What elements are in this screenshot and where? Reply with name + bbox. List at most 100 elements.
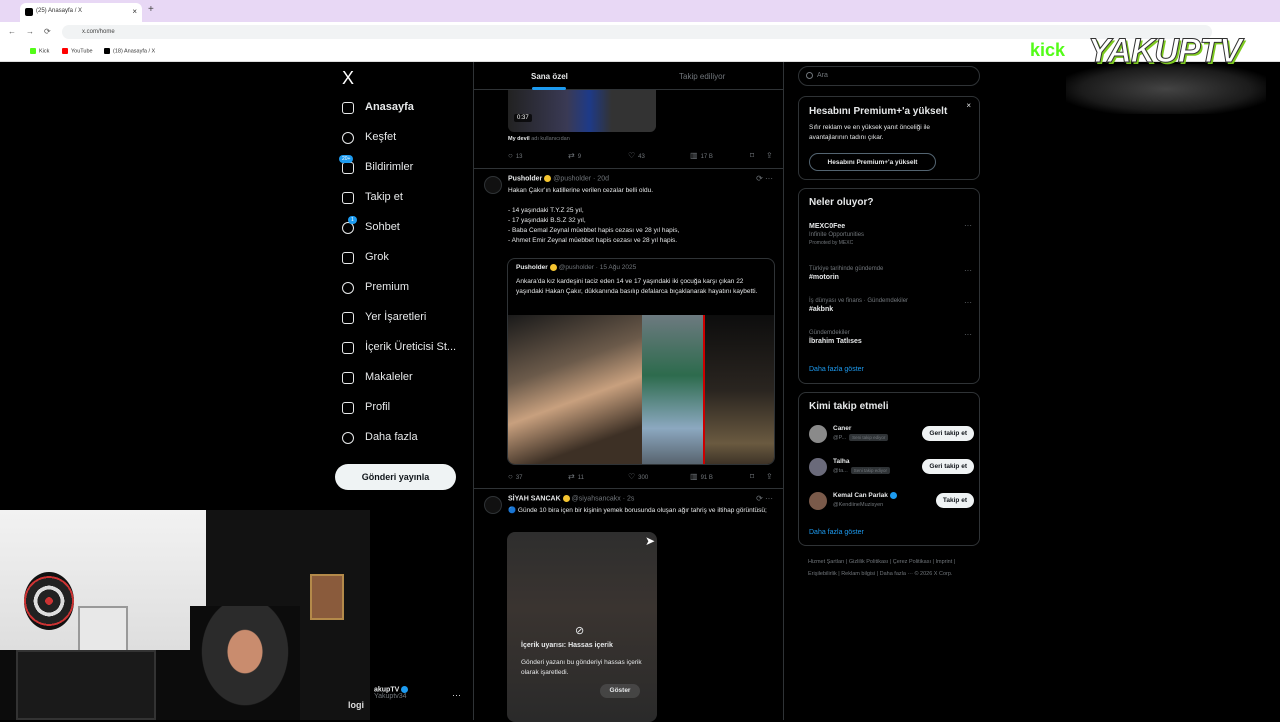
- retweet-button[interactable]: ⇄ 11: [568, 472, 584, 481]
- feed-tabs: Sana özel Takip ediliyor: [474, 62, 783, 90]
- account-more-icon[interactable]: ···: [452, 690, 461, 700]
- sidebar-footer[interactable]: Hizmet Şartları | Gizlilik Politikası | …: [808, 556, 978, 580]
- account-name: akupTV: [374, 686, 400, 694]
- trend-item[interactable]: MEXC0Fee Infinite Opportunities Promoted…: [809, 221, 974, 246]
- divider: [474, 168, 783, 169]
- verified-icon: [562, 495, 570, 502]
- sensitive-title: İçerik uyarısı: Hassas içerik: [521, 642, 613, 649]
- premium-title: Hesabını Premium+'a yükselt: [809, 106, 948, 117]
- monitor: [16, 650, 156, 720]
- heart-icon: ♡: [628, 472, 636, 481]
- trend-item[interactable]: Türkiye tarihinde gündemde #motorin ···: [809, 266, 974, 281]
- bookmark-kick[interactable]: Kick: [30, 48, 49, 54]
- search-placeholder: Ara: [817, 72, 828, 79]
- follow-back-button[interactable]: Geri takip et: [922, 459, 974, 474]
- reload-icon[interactable]: ⟳: [44, 27, 51, 36]
- profile-icon: [342, 402, 354, 414]
- close-icon[interactable]: ×: [966, 101, 971, 110]
- quote-text: Ankara'da kız kardeşini taciz eden 14 ve…: [516, 278, 758, 295]
- home-icon: [342, 102, 354, 114]
- tweet-actions: ○ 37 ⇄ 11 ♡ 300 ▥ 91 B ⌑ ⇪: [508, 472, 778, 482]
- follow-suggestion[interactable]: Kemal Can Parlak @KendiineMuzisyen Takip…: [809, 491, 974, 513]
- retweet-button[interactable]: ⇄ 9: [568, 151, 581, 160]
- search-input[interactable]: Ara: [798, 66, 980, 86]
- bookmark-x[interactable]: (18) Anasayfa / X: [104, 48, 155, 54]
- post-button[interactable]: Gönderi yayınla: [335, 464, 456, 490]
- bookmark-icon: ⌑: [750, 472, 755, 481]
- quote-image-1[interactable]: [508, 315, 642, 464]
- avatar[interactable]: [484, 496, 502, 514]
- avatar: [809, 492, 827, 510]
- tab-for-you[interactable]: Sana özel: [531, 72, 568, 81]
- verified-icon: [889, 492, 897, 499]
- follow-button[interactable]: Takip et: [935, 493, 974, 508]
- who-show-more[interactable]: Daha fazla göster: [809, 529, 864, 536]
- bookmark-youtube[interactable]: YouTube: [62, 48, 93, 54]
- logi-label: logi: [348, 700, 364, 710]
- kick-icon: [30, 48, 36, 54]
- quote-image-3[interactable]: [705, 315, 774, 464]
- grok-icon: [342, 252, 354, 264]
- article-icon: [342, 372, 354, 384]
- more-circle-icon: [342, 432, 354, 444]
- views-button[interactable]: ▥ 17 B: [690, 151, 713, 160]
- bookmark-icon: ⌑: [750, 151, 755, 160]
- retweet-icon: ⇄: [568, 151, 575, 160]
- views-icon: ▥: [690, 472, 698, 481]
- bookmark-button[interactable]: ⌑: [750, 472, 757, 481]
- tweet-header: Pusholder @pusholder · 20d: [508, 175, 609, 183]
- yakuptv-logo: YAKUPTV: [1088, 32, 1243, 71]
- trends-title: Neler oluyor?: [809, 197, 874, 208]
- follow-suggestion[interactable]: Talha @ta... Seni takip ediyor Geri takip…: [809, 457, 974, 479]
- eye-off-icon: ⊘: [575, 625, 585, 637]
- x-logo-icon[interactable]: X: [342, 68, 354, 89]
- like-button[interactable]: ♡ 43: [628, 151, 645, 160]
- who-title: Kimi takip etmeli: [809, 401, 889, 412]
- browser-tab[interactable]: (25) Anasayfa / X ×: [20, 3, 142, 22]
- streamer: [190, 606, 300, 720]
- trend-item[interactable]: İş dünyası ve finans · Gündemdekiler #ak…: [809, 298, 974, 313]
- avatar: [809, 425, 827, 443]
- trend-more-icon: ···: [964, 266, 972, 275]
- quoted-tweet[interactable]: Pusholder @pusholder · 15 Ağu 2025 Ankara…: [507, 258, 775, 465]
- reply-button[interactable]: ○ 13: [508, 151, 523, 160]
- trends-show-more[interactable]: Daha fazla göster: [809, 366, 864, 373]
- add-user-icon: [342, 192, 354, 204]
- show-button[interactable]: Göster: [600, 684, 640, 698]
- premium-icon: [342, 282, 354, 294]
- mouse-cursor-icon: ➤: [645, 534, 656, 548]
- forward-icon[interactable]: →: [26, 27, 34, 36]
- chat-badge: 1: [348, 216, 357, 224]
- follow-back-button[interactable]: Geri takip et: [922, 426, 974, 441]
- trend-item[interactable]: Gündemdekiler İbrahim Tatlıses ···: [809, 330, 974, 345]
- new-tab-button[interactable]: +: [148, 4, 154, 15]
- sensitive-media[interactable]: ⊘ İçerik uyarısı: Hassas içerik Gönderi …: [507, 532, 657, 722]
- kick-logo: kick: [1030, 40, 1066, 60]
- tweet-more-icon[interactable]: ⟳ ···: [756, 174, 773, 183]
- dartboard: [24, 572, 74, 630]
- video-thumbnail[interactable]: [508, 90, 656, 132]
- reply-button[interactable]: ○ 37: [508, 472, 523, 481]
- share-icon: ⇪: [766, 151, 773, 160]
- quote-image-2[interactable]: [642, 315, 705, 464]
- views-button[interactable]: ▥ 91 B: [690, 472, 713, 481]
- timeline: Sana özel Takip ediliyor 0:37 My devil a…: [473, 62, 784, 722]
- share-button[interactable]: ⇪: [766, 472, 776, 481]
- account-switcher[interactable]: akupTV Yakuptv34: [374, 686, 410, 700]
- avatar: [809, 458, 827, 476]
- premium-button[interactable]: Hesabını Premium+'a yükselt: [809, 153, 936, 171]
- tab-following[interactable]: Takip ediliyor: [679, 72, 725, 81]
- avatar[interactable]: [484, 176, 502, 194]
- account-handle: Yakuptv34: [374, 693, 407, 701]
- like-button[interactable]: ♡ 300: [628, 472, 648, 481]
- follow-suggestion[interactable]: Caner @P... Seni takip ediyor Geri takip …: [809, 424, 974, 446]
- close-tab-icon[interactable]: ×: [132, 7, 137, 16]
- share-button[interactable]: ⇪: [766, 151, 776, 160]
- reply-icon: ○: [508, 151, 513, 160]
- back-icon[interactable]: ←: [8, 27, 16, 36]
- tweet-text: 🔵 Günde 10 bira içen bir kişinin yemek b…: [508, 507, 767, 514]
- tweet-more-icon[interactable]: ⟳ ···: [756, 494, 773, 503]
- verified-icon: [401, 686, 409, 693]
- retweet-icon: ⇄: [568, 472, 575, 481]
- bookmark-button[interactable]: ⌑: [750, 151, 757, 160]
